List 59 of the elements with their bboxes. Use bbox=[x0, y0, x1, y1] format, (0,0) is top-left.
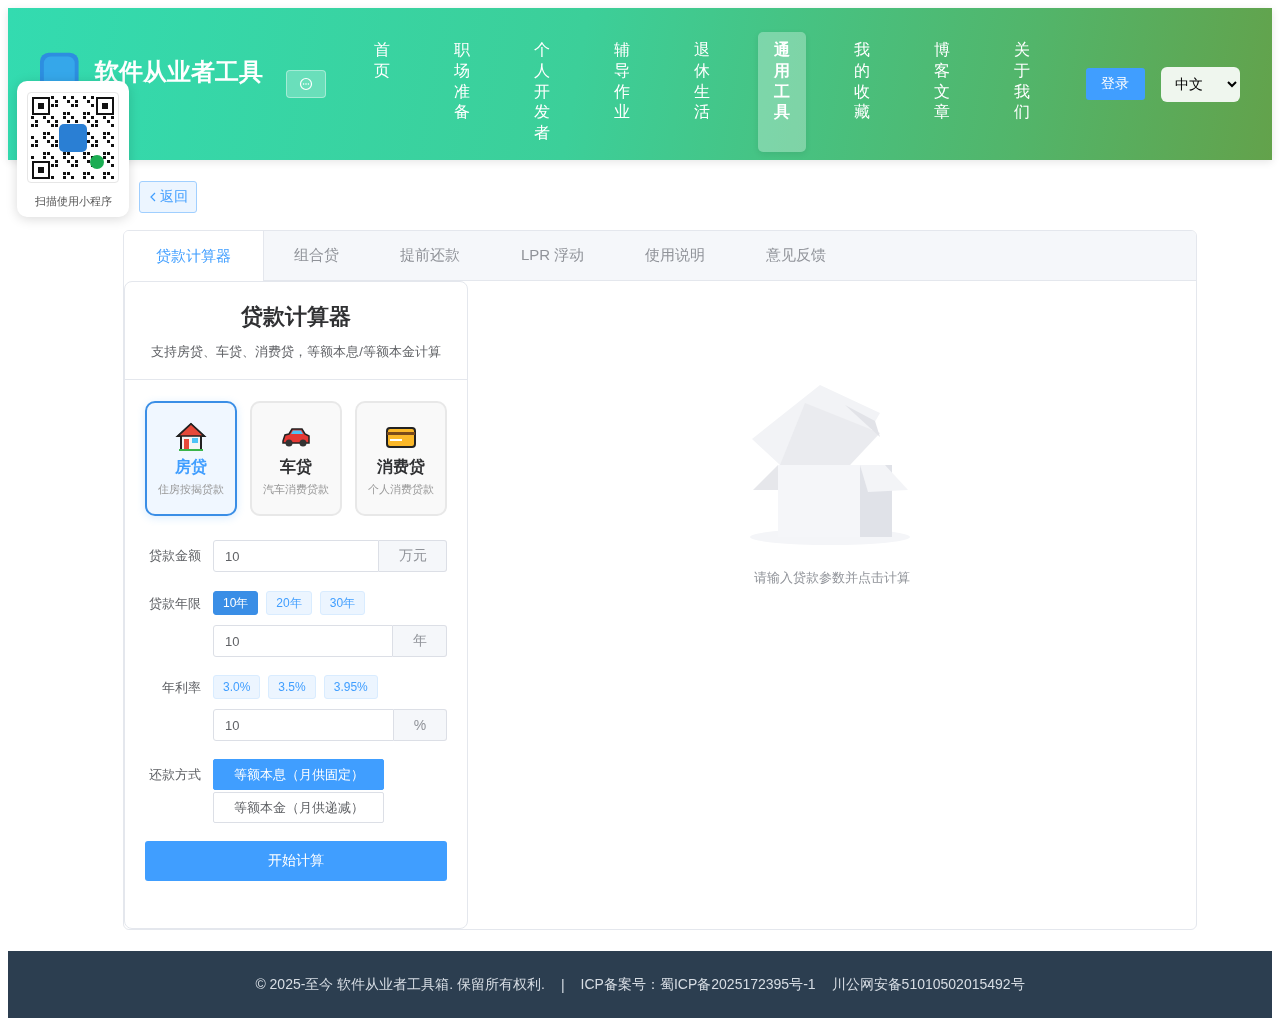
copyright-text: © 2025-至今 软件从业者工具箱. 保留所有权利. bbox=[255, 975, 545, 994]
nav-item[interactable]: 首页 bbox=[358, 32, 407, 152]
preset-chip[interactable]: 20年 bbox=[266, 591, 312, 615]
back-button[interactable]: 返回 bbox=[139, 181, 197, 213]
input-field[interactable]: 10 bbox=[213, 625, 393, 657]
nav-item[interactable]: 关于我们 bbox=[998, 32, 1047, 152]
loan-type-description: 汽车消费贷款 bbox=[263, 481, 329, 497]
tab[interactable]: 使用说明 bbox=[615, 231, 737, 280]
empty-state-text: 请输入贷款参数并点击计算 bbox=[754, 569, 910, 587]
input-field[interactable]: 10 bbox=[213, 540, 379, 572]
nav-item[interactable]: 退休生活 bbox=[678, 32, 727, 152]
radio-option[interactable]: 等额本金（月供递减） bbox=[213, 792, 384, 823]
tab[interactable]: 贷款计算器 bbox=[124, 231, 264, 281]
police-record-link[interactable]: 川公网安备51010502015492号 bbox=[831, 975, 1025, 994]
loan-type-description: 个人消费贷款 bbox=[368, 481, 434, 497]
qr-code-icon bbox=[31, 95, 115, 180]
tab[interactable]: 意见反馈 bbox=[736, 231, 858, 280]
preset-chip[interactable]: 3.95% bbox=[323, 675, 378, 699]
preset-chip[interactable]: 10年 bbox=[213, 591, 259, 615]
loan-type-card[interactable]: 车贷 汽车消费贷款 bbox=[250, 401, 342, 516]
icp-link[interactable]: ICP备案号：蜀ICP备2025172395号-1 bbox=[580, 975, 816, 994]
tab[interactable]: 组合贷 bbox=[264, 231, 370, 280]
loan-type-name: 消费贷 bbox=[377, 456, 425, 478]
nav-item[interactable]: 我的收藏 bbox=[838, 32, 887, 152]
separator-text: | bbox=[560, 976, 565, 993]
loan-type-name: 车贷 bbox=[280, 456, 312, 478]
loan-type-card[interactable]: 房贷 住房按揭贷款 bbox=[145, 401, 237, 516]
preset-chip[interactable]: 3.0% bbox=[213, 675, 261, 699]
calculate-button[interactable]: 开始计算 bbox=[145, 841, 447, 881]
nav-item[interactable]: 博客文章 bbox=[918, 32, 967, 152]
loan-type-description: 住房按揭贷款 bbox=[158, 481, 224, 497]
panel-title: 贷款计算器 bbox=[240, 303, 352, 331]
tab[interactable]: LPR 浮动 bbox=[491, 231, 616, 280]
house-icon bbox=[175, 420, 207, 453]
nav-item[interactable]: 个人开发者 bbox=[518, 32, 567, 152]
login-button[interactable]: 登录 bbox=[1086, 68, 1145, 100]
qr-caption: 扫描使用小程序 bbox=[34, 194, 112, 209]
tab[interactable]: 提前还款 bbox=[370, 231, 491, 280]
chat-icon bbox=[298, 77, 313, 91]
chat-button[interactable] bbox=[285, 70, 327, 98]
radio-option[interactable]: 等额本息（月供固定） bbox=[213, 759, 384, 790]
unit-label: 万元 bbox=[379, 540, 447, 572]
field-label: 年利率 bbox=[161, 679, 201, 697]
unit-label: 年 bbox=[393, 625, 447, 657]
field-label: 贷款年限 bbox=[148, 595, 201, 613]
panel-subtitle: 支持房贷、车贷、消费贷，等额本息/等额本金计算 bbox=[150, 343, 442, 361]
nav-item[interactable]: 通用工具 bbox=[758, 32, 807, 152]
preset-chip[interactable]: 30年 bbox=[319, 591, 366, 615]
nav-item[interactable]: 辅导作业 bbox=[598, 32, 647, 152]
loan-type-card[interactable]: 消费贷 个人消费贷款 bbox=[355, 401, 447, 516]
loan-type-name: 房贷 bbox=[175, 456, 207, 478]
input-field[interactable]: 10 bbox=[213, 709, 394, 741]
language-select[interactable]: 中文 bbox=[1160, 66, 1240, 102]
preset-chip[interactable]: 3.5% bbox=[268, 675, 316, 699]
field-label: 贷款金额 bbox=[148, 547, 201, 565]
nav-item[interactable]: 职场准备 bbox=[438, 32, 487, 152]
chevron-left-icon bbox=[148, 192, 157, 202]
field-label: 还款方式 bbox=[148, 766, 201, 784]
unit-label: % bbox=[394, 709, 447, 741]
